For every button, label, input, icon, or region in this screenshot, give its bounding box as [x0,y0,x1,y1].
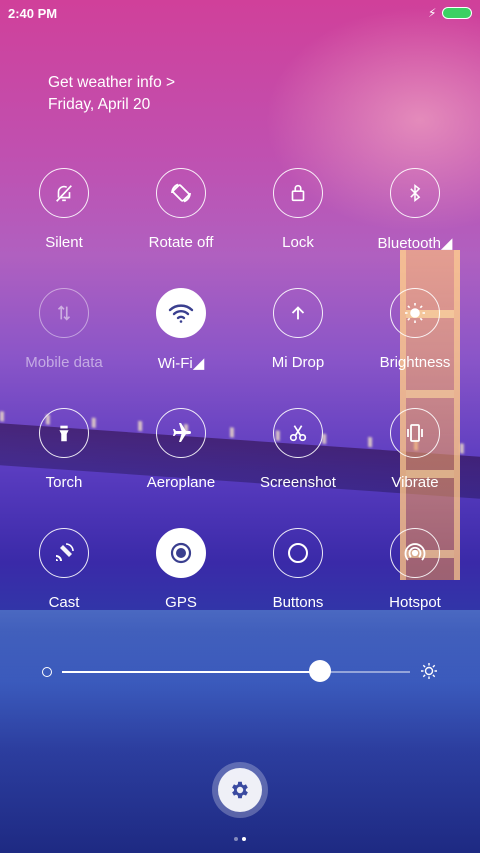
mobile-data-label: Mobile data [25,354,103,371]
hotspot-icon [403,541,427,565]
slider-thumb[interactable] [308,660,331,682]
wifi-toggle-button[interactable] [156,288,206,338]
brightness-high-icon [420,662,438,685]
toggle-bluetooth[interactable]: Bluetooth◢ [357,168,473,252]
brightness-low-icon [42,667,52,677]
brightness-icon [403,301,427,325]
brightness-label: Brightness [379,354,451,371]
bluetooth-toggle-button[interactable] [390,168,440,218]
scissors-label: Screenshot [260,474,336,491]
battery-icon [442,7,472,19]
toggle-gps[interactable]: GPS [123,528,239,611]
settings-button[interactable] [212,762,268,818]
weather-link[interactable]: Get weather info > [48,72,175,94]
cast-label: Cast [48,594,80,611]
toggle-mi-drop[interactable]: Mi Drop [240,288,356,371]
brightness-toggle-button[interactable] [390,288,440,338]
toggle-hotspot[interactable]: Hotspot [357,528,473,611]
status-time: 2:40 PM [8,6,58,21]
bell-off-icon [53,182,75,204]
mi-drop-icon [287,302,309,324]
hotspot-label: Hotspot [389,594,441,611]
page-dot-active [242,837,246,841]
aeroplane-toggle-button[interactable] [156,408,206,458]
page-dot [234,837,238,841]
lock-icon [287,182,309,204]
toggle-bell-off[interactable]: Silent [6,168,122,251]
toggle-wifi[interactable]: Wi-Fi◢ [123,288,239,372]
wifi-label: Wi-Fi◢ [157,355,205,372]
toggle-lock[interactable]: Lock [240,168,356,251]
toggle-rotate[interactable]: Rotate off [123,168,239,251]
charging-icon: ⚡ [428,6,437,20]
toggle-mobile-data[interactable]: Mobile data [6,288,122,371]
toggle-vibrate[interactable]: Vibrate [357,408,473,491]
mobile-data-icon [53,302,75,324]
brightness-slider[interactable] [40,660,440,684]
lock-toggle-button[interactable] [273,168,323,218]
vibrate-icon [403,421,427,445]
wifi-icon [168,302,194,324]
buttons-icon [286,541,310,565]
toggle-torch[interactable]: Torch [6,408,122,491]
torch-icon [53,422,75,444]
torch-toggle-button[interactable] [39,408,89,458]
slider-fill [62,671,320,673]
gps-toggle-button[interactable] [156,528,206,578]
date-label: Friday, April 20 [48,96,151,113]
aeroplane-label: Aeroplane [146,474,216,491]
weather-widget[interactable]: Get weather info > Friday, April 20 [48,72,175,116]
toggle-buttons[interactable]: Buttons [240,528,356,611]
toggle-brightness[interactable]: Brightness [357,288,473,371]
page-indicator [232,828,248,846]
bluetooth-icon [405,182,425,204]
vibrate-label: Vibrate [391,474,439,491]
scissors-toggle-button[interactable] [273,408,323,458]
gps-label: GPS [165,594,197,611]
rotate-toggle-button[interactable] [156,168,206,218]
buttons-toggle-button[interactable] [273,528,323,578]
mi-drop-label: Mi Drop [271,354,325,371]
vibrate-toggle-button[interactable] [390,408,440,458]
mobile-data-toggle-button[interactable] [39,288,89,338]
rotate-icon [169,181,193,205]
aeroplane-icon [169,421,193,445]
lock-label: Lock [282,234,314,251]
bluetooth-label: Bluetooth◢ [377,235,453,252]
status-bar: 2:40 PM ⚡ [0,0,480,28]
mi-drop-toggle-button[interactable] [273,288,323,338]
toggle-cast[interactable]: Cast [6,528,122,611]
gps-icon [169,541,193,565]
torch-label: Torch [45,474,83,491]
rotate-label: Rotate off [148,234,214,251]
bell-off-toggle-button[interactable] [39,168,89,218]
bell-off-label: Silent [45,234,83,251]
hotspot-toggle-button[interactable] [390,528,440,578]
toggle-aeroplane[interactable]: Aeroplane [123,408,239,491]
cast-toggle-button[interactable] [39,528,89,578]
buttons-label: Buttons [272,594,324,611]
cast-icon [52,541,76,565]
gear-icon [232,781,248,799]
toggle-scissors[interactable]: Screenshot [240,408,356,491]
scissors-icon [287,422,309,444]
